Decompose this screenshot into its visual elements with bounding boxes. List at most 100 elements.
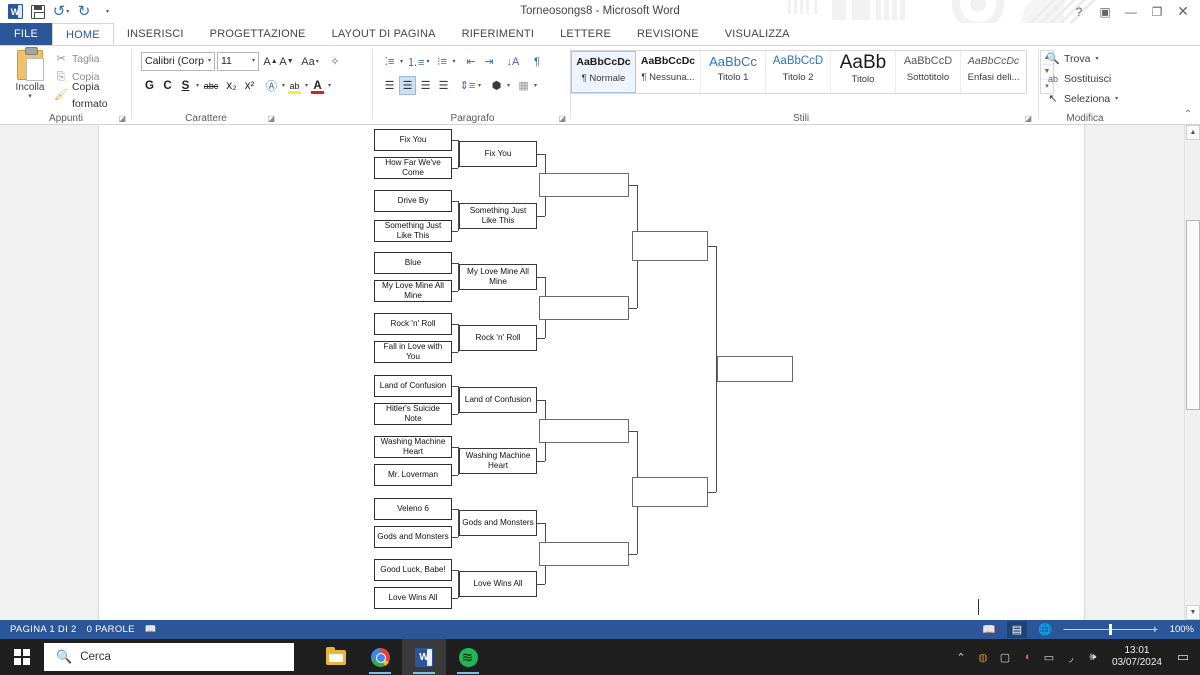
bracket-box-round1-7[interactable]: Fall in Love with You [374,341,452,363]
ribbon-group-font[interactable]: Calibri (Corp ▾ 11 ▾ A ▲ A ▼ Aa ▾ ✧ G C S ▾… [133,46,340,125]
ribbon-tab-progettazione[interactable]: PROGETTAZIONE [197,23,319,45]
grow-font-icon[interactable]: A ▲ [263,52,278,71]
bracket-box-round2-5[interactable]: Washing Machine Heart [459,448,537,474]
status-bar[interactable]: PAGINA 1 DI 2 0 PAROLE 📖 📖 ▤ 🌐 − + 100% [0,620,1200,639]
font-color-icon[interactable]: A [309,76,326,95]
font-dialog-launcher[interactable]: ◪ [267,114,275,123]
bracket-box-round1-14[interactable]: Good Luck, Babe! [374,559,452,581]
style-item-0[interactable]: AaBbCcDc ¶ Normale [571,51,636,93]
onedrive-sync-icon[interactable]: ◖ [1016,639,1038,675]
bracket-box-round3-1[interactable] [539,295,629,320]
start-button[interactable] [0,639,44,675]
multilevel-caret-icon[interactable]: ▾ [452,58,455,65]
ribbon-tab-lettere[interactable]: LETTERE [547,23,624,45]
help-button[interactable]: ? [1066,0,1092,23]
bracket-box-round2-3[interactable]: Rock 'n' Roll [459,325,537,351]
line-spacing-icon[interactable]: ⇕≡ [459,76,476,95]
bracket-box-round1-2[interactable]: Drive By [374,190,452,212]
ribbon-tab-inserisci[interactable]: INSERISCI [114,23,197,45]
ribbon-tab-riferimenti[interactable]: RIFERIMENTI [449,23,547,45]
style-item-6[interactable]: AaBbCcDc Enfasi deli... [961,51,1026,93]
style-item-3[interactable]: AaBbCcD Titolo 2 [766,51,831,93]
ribbon-group-editing[interactable]: 🔍 Trova ▾ ab Sostituisci ↖ Seleziona ▾ M… [1040,46,1130,125]
replace-button[interactable]: ab Sostituisci [1046,70,1111,88]
bracket-box-round1-13[interactable]: Gods and Monsters [374,526,452,548]
bullets-icon[interactable]: ⁚≡ [381,52,398,71]
battery-icon[interactable]: ▭ [1038,639,1060,675]
decrease-indent-icon[interactable]: ⇤ [462,52,479,71]
restore-button[interactable]: ❐ [1144,0,1170,23]
paste-button[interactable]: Incolla ▾ [8,47,52,100]
ribbon-group-clipboard[interactable]: Incolla ▾ ✂ Taglia ⎘ Copia 🖌 Copia forma… [2,46,130,125]
superscript-icon[interactable]: x² [241,76,258,95]
numbering-caret-icon[interactable]: ▾ [426,58,429,65]
borders-icon[interactable]: ▦ [515,76,532,95]
bracket-box-round2-1[interactable]: Something Just Like This [459,203,537,229]
taskbar-search-input[interactable]: 🔍 Cerca [44,643,294,671]
bracket-box-round1-0[interactable]: Fix You [374,129,452,151]
ribbon-tab-home[interactable]: HOME [52,23,114,45]
ribbon-display-options-button[interactable]: ▣ [1092,0,1118,23]
zoom-knob[interactable] [1109,624,1112,635]
ribbon-group-paragraph[interactable]: ⁚≡ ▾ ⒈≡ ▾ ⁝≡ ▾ ⇤ ⇥ ↓A ¶ ☰ ☰ ☰ ☰ ⇕≡ ▾ ⬢ ▾ ▦ ▾ P… [375,46,570,125]
bracket-box-round3-2[interactable] [539,418,629,443]
highlight-color-icon[interactable]: ab [286,76,303,95]
scrollbar-thumb[interactable] [1186,220,1200,410]
taskbar-clock[interactable]: 13:01 03/07/2024 [1104,645,1170,669]
align-right-icon[interactable]: ☰ [417,76,434,95]
styles-dialog-launcher[interactable]: ◪ [1024,114,1032,123]
document-page[interactable]: Fix You How Far We've Come Drive By Somethi… [99,125,1084,620]
strikethrough-icon[interactable]: abc [200,76,222,95]
borders-caret-icon[interactable]: ▾ [534,82,537,89]
clear-formatting-icon[interactable]: ✧ [326,52,344,71]
ribbon-tab-visualizza[interactable]: VISUALIZZA [712,23,803,45]
zoom-slider[interactable]: − + [1063,621,1158,638]
paste-dropdown-caret-icon[interactable]: ▾ [8,93,52,100]
read-mode-icon[interactable]: 📖 [979,621,999,638]
proofing-errors-icon[interactable]: 📖 [145,624,157,635]
bracket-box-round1-3[interactable]: Something Just Like This [374,220,452,242]
bracket-box-round1-6[interactable]: Rock 'n' Roll [374,313,452,335]
bracket-box-round1-15[interactable]: Love Wins All [374,587,452,609]
underline-icon[interactable]: S [177,76,194,95]
shading-caret-icon[interactable]: ▾ [507,82,510,89]
taskbar-apps[interactable]: W [314,639,490,675]
increase-indent-icon[interactable]: ⇥ [480,52,497,71]
bracket-box-round1-5[interactable]: My Love Mine All Mine [374,280,452,302]
notification-center-icon[interactable]: ▭ [1170,639,1196,675]
bold-icon[interactable]: G [141,76,158,95]
scroll-down-button[interactable]: ▼ [1186,605,1200,620]
wifi-icon[interactable]: ◞ [1060,639,1082,675]
minimize-button[interactable]: — [1118,0,1144,23]
style-item-5[interactable]: AaBbCcD Sottotitolo [896,51,961,93]
window-controls[interactable]: ? ▣ — ❐ ✕ [1066,0,1196,23]
bracket-box-round3-0[interactable] [539,173,629,197]
ribbon-tab-revisione[interactable]: REVISIONE [624,23,712,45]
find-button[interactable]: 🔍 Trova ▾ [1046,50,1098,68]
bracket-box-final[interactable] [717,356,793,383]
ribbon-group-styles[interactable]: AaBbCcDc ¶ Normale AaBbCcDc ¶ Nessuna... AaB… [566,46,1054,125]
bracket-box-round2-7[interactable]: Love Wins All [459,571,537,597]
bullets-caret-icon[interactable]: ▾ [400,58,403,65]
camera-icon[interactable]: ▢ [994,639,1016,675]
shrink-font-icon[interactable]: A ▼ [279,52,294,71]
zoom-level-label[interactable]: 100% [1166,624,1194,635]
bracket-box-round2-6[interactable]: Gods and Monsters [459,510,537,536]
bracket-box-round1-1[interactable]: How Far We've Come [374,157,452,179]
select-button[interactable]: ↖ Seleziona ▾ [1046,90,1118,108]
taskbar-google-chrome[interactable] [358,639,402,675]
style-item-4[interactable]: AaBb Titolo [831,51,896,93]
format-painter-button[interactable]: 🖌 Copia formato [54,81,130,110]
nvidia-icon[interactable]: ◍ [972,639,994,675]
shading-icon[interactable]: ⬢ [488,76,505,95]
justify-icon[interactable]: ☰ [435,76,452,95]
underline-caret-icon[interactable]: ▾ [196,82,199,89]
word-count[interactable]: 0 PAROLE [87,624,135,635]
bracket-box-round3-3[interactable] [539,541,629,566]
show-formatting-marks-icon[interactable]: ¶ [528,52,545,71]
collapse-ribbon-button[interactable]: ⌃ [1184,109,1192,120]
bracket-box-round1-8[interactable]: Land of Confusion [374,375,452,397]
sort-icon[interactable]: ↓A [504,52,521,71]
font-name-caret-icon[interactable]: ▾ [208,53,211,70]
align-left-icon[interactable]: ☰ [381,76,398,95]
